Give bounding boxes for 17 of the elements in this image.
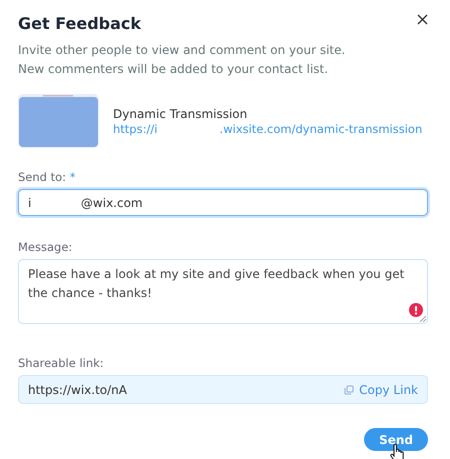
close-icon[interactable] <box>417 14 428 24</box>
field-label: Shareable link: <box>18 356 104 370</box>
copy-icon <box>344 384 354 394</box>
resize-grip-icon[interactable] <box>420 316 426 322</box>
email-input-field[interactable]: i @wix.com <box>18 189 428 216</box>
required-mark: * <box>70 170 76 184</box>
field-label: Send to: <box>18 170 66 184</box>
description-text: Invite other people to view and comment on your site. <box>18 42 346 59</box>
copy-link-button[interactable]: Copy Link <box>344 382 418 396</box>
description-text: New commenters will be added to your contact list. <box>18 61 330 78</box>
field-label: Message: <box>18 240 72 254</box>
link-text: https://wix.to/nA <box>28 382 127 396</box>
message-text-area[interactable]: Please have a look at my site and give feedback when you get the chance - thanks! <box>18 259 428 324</box>
send-button[interactable]: Send <box>364 428 428 451</box>
dialog-title: Get Feedback <box>18 14 142 32</box>
site-name: Dynamic Transmission <box>113 106 248 120</box>
site-url-link[interactable]: https://i .wixsite.com/dynamic-transmission <box>113 122 422 136</box>
